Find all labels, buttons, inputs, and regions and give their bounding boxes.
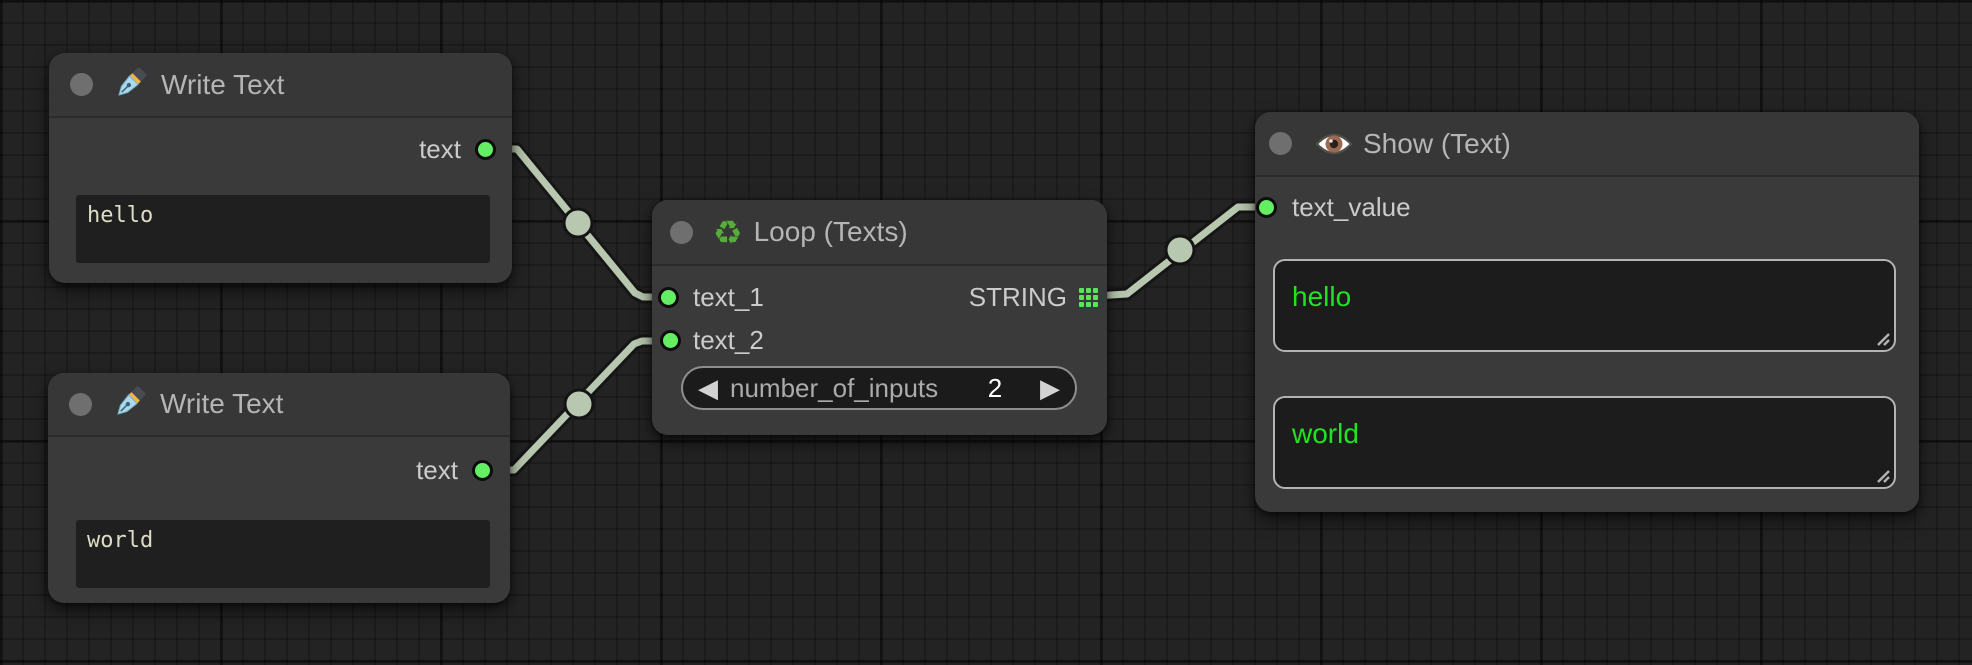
reroute-dot[interactable] — [565, 390, 593, 418]
output-text: world — [1292, 418, 1359, 449]
increment-arrow-icon[interactable]: ▶ — [1040, 375, 1060, 401]
node-header[interactable]: Show (Text) — [1255, 112, 1919, 177]
eye-icon — [1314, 128, 1354, 160]
fountain-pen-icon — [111, 65, 151, 105]
output-port-label: text — [416, 455, 458, 486]
input-port-text-value[interactable] — [1256, 197, 1277, 218]
input-port-label: text_value — [1292, 192, 1411, 223]
output-display-area[interactable]: world — [1273, 396, 1896, 489]
node-header[interactable]: Write Text — [49, 53, 512, 118]
node-show-text[interactable]: Show (Text) text_value hello world — [1255, 112, 1919, 512]
text-input-area[interactable]: hello — [76, 195, 490, 263]
widget-value: 2 — [973, 373, 1017, 404]
input-port-text-2[interactable] — [660, 330, 681, 351]
node-title: Show (Text) — [1363, 128, 1511, 160]
reroute-dot[interactable] — [564, 209, 592, 237]
node-write-text-2[interactable]: Write Text text world — [48, 373, 510, 603]
node-title: Write Text — [161, 69, 284, 101]
input-port-label: text_1 — [693, 282, 764, 313]
grid-output-icon[interactable] — [1079, 288, 1098, 307]
output-text: hello — [1292, 281, 1351, 312]
node-write-text-1[interactable]: Write Text text hello — [49, 53, 512, 283]
output-port-text[interactable] — [475, 139, 496, 160]
input-port-text-1[interactable] — [658, 287, 679, 308]
recycle-icon: ♻ — [713, 216, 743, 249]
node-editor-canvas[interactable]: { "colors": { "wire": "#b8c7af", "port_g… — [0, 0, 1972, 665]
widget-label: number_of_inputs — [730, 373, 938, 404]
node-header[interactable]: Write Text — [48, 373, 510, 437]
collapse-dot[interactable] — [1269, 132, 1292, 155]
fountain-pen-icon — [110, 384, 150, 424]
input-port-label: text_2 — [693, 325, 764, 356]
output-port-label: text — [419, 134, 461, 165]
number-of-inputs-widget[interactable]: ◀ number_of_inputs 2 ▶ — [681, 366, 1077, 410]
collapse-dot[interactable] — [69, 393, 92, 416]
decrement-arrow-icon[interactable]: ◀ — [698, 375, 718, 401]
node-title: Write Text — [160, 388, 283, 420]
text-input-area[interactable]: world — [76, 520, 490, 588]
reroute-dot[interactable] — [1166, 236, 1194, 264]
node-header[interactable]: ♻ Loop (Texts) — [652, 200, 1107, 266]
node-title: Loop (Texts) — [754, 216, 908, 248]
node-loop-texts[interactable]: ♻ Loop (Texts) text_1 text_2 STRING ◀ nu… — [652, 200, 1107, 435]
output-port-text[interactable] — [472, 460, 493, 481]
collapse-dot[interactable] — [70, 73, 93, 96]
output-display-area[interactable]: hello — [1273, 259, 1896, 352]
output-port-label: STRING — [969, 282, 1067, 313]
resize-grip-icon[interactable] — [1874, 330, 1890, 346]
resize-grip-icon[interactable] — [1874, 467, 1890, 483]
collapse-dot[interactable] — [670, 221, 693, 244]
